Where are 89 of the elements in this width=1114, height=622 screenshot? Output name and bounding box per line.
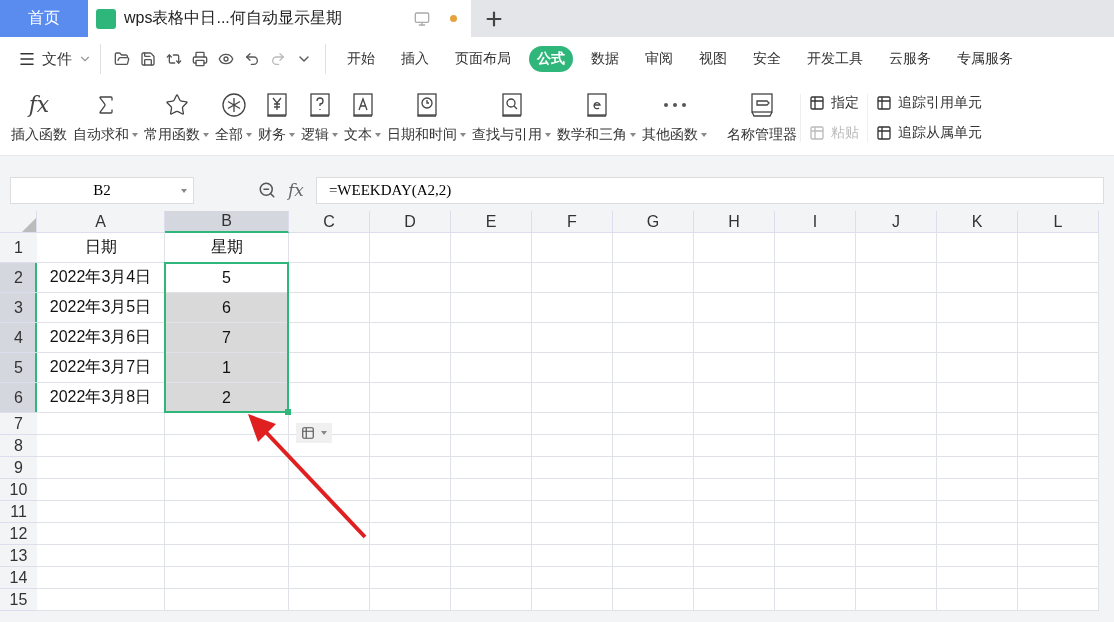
ribbon-small-button[interactable]: 指定	[809, 94, 859, 112]
paste-options-menu[interactable]	[296, 423, 332, 443]
menu-tab[interactable]: 专属服务	[949, 46, 1021, 72]
menu-tab[interactable]: 审阅	[637, 46, 681, 72]
letter-book-icon	[351, 92, 374, 118]
table-cell: 日期	[37, 233, 165, 263]
ribbon-button[interactable]: 全部	[212, 92, 255, 144]
spreadsheet-icon	[96, 8, 116, 29]
row-header[interactable]: 5	[0, 353, 37, 383]
table-cell: 2022年3月4日	[37, 263, 165, 293]
more-icon	[662, 102, 687, 108]
clock-book-icon	[415, 92, 438, 118]
print-icon[interactable]	[192, 51, 208, 67]
menu-tab[interactable]: 安全	[745, 46, 789, 72]
fill-handle[interactable]	[285, 409, 291, 415]
table-cell: 2	[165, 383, 289, 413]
triangle-icon	[22, 218, 36, 232]
column-header[interactable]: G	[613, 211, 694, 233]
formula-field[interactable]: =WEEKDAY(A2,2)	[315, 176, 1104, 204]
table-cell: 1	[165, 353, 289, 383]
tab-label: wps表格中日...何自动显示星期	[124, 8, 342, 28]
table-cell: 2022年3月7日	[37, 353, 165, 383]
ribbon-button[interactable]: 日期和时间	[384, 92, 469, 144]
row-header[interactable]: 3	[0, 293, 37, 323]
table-cell: 2022年3月6日	[37, 323, 165, 353]
row-header[interactable]: 2	[0, 263, 37, 293]
search-book-icon	[500, 92, 523, 118]
table-cell: 星期	[165, 233, 289, 263]
redo-icon[interactable]	[270, 51, 286, 67]
table-icon	[809, 95, 825, 111]
function-icon: fx	[28, 94, 50, 116]
menu-tab[interactable]: 插入	[393, 46, 437, 72]
question-book-icon	[308, 92, 331, 118]
open-icon[interactable]	[114, 51, 130, 67]
fx-label[interactable]: fx	[288, 180, 304, 200]
menu-icon	[18, 50, 36, 68]
table-cell: 7	[165, 323, 289, 353]
monitor-icon[interactable]	[414, 10, 430, 27]
table-cell: 5	[165, 263, 289, 293]
ribbon-button[interactable]: 常用函数	[141, 92, 212, 144]
table-cell: 2022年3月5日	[37, 293, 165, 323]
menu-tab[interactable]: 开发工具	[799, 46, 871, 72]
table-icon	[809, 125, 825, 141]
menu-tab[interactable]: 云服务	[881, 46, 939, 72]
table-icon	[301, 426, 315, 440]
ribbon-button[interactable]: 其他函数	[639, 92, 710, 144]
undo-icon[interactable]	[244, 51, 260, 67]
name-box[interactable]: B2	[10, 176, 194, 204]
column-header[interactable]: K	[937, 211, 1018, 233]
asterisk-icon	[220, 92, 247, 118]
tab-label: 首页	[28, 8, 60, 28]
column-header[interactable]: L	[1018, 211, 1099, 233]
column-header[interactable]: C	[289, 211, 370, 233]
menu-tab[interactable]: 数据	[583, 46, 627, 72]
menu-tab[interactable]: 视图	[691, 46, 735, 72]
column-header[interactable]: D	[370, 211, 451, 233]
row-header[interactable]: 6	[0, 383, 37, 413]
ribbon-button[interactable]: 逻辑	[298, 92, 341, 144]
math-book-icon	[585, 92, 608, 118]
yen-book-icon	[265, 92, 288, 118]
row-header[interactable]: 4	[0, 323, 37, 353]
column-header[interactable]: A	[37, 211, 165, 233]
ribbon-button[interactable]: 查找与引用	[469, 92, 554, 144]
file-menu[interactable]: 文件	[18, 49, 92, 69]
ribbon-button[interactable]: 自动求和	[70, 92, 141, 144]
table-icon	[876, 95, 892, 111]
star-icon	[164, 93, 189, 117]
table-cell: 2022年3月8日	[37, 383, 165, 413]
column-header[interactable]: J	[856, 211, 937, 233]
tag-tray-icon	[749, 92, 775, 118]
save-icon[interactable]	[140, 51, 156, 67]
menu-tab[interactable]: 开始	[339, 46, 383, 72]
ribbon-button[interactable]: 文本	[341, 92, 384, 144]
ribbon-button[interactable]: 名称管理器	[724, 92, 800, 144]
ribbon-button[interactable]: 数学和三角	[554, 92, 639, 144]
column-header[interactable]: B	[165, 211, 289, 233]
column-header[interactable]: H	[694, 211, 775, 233]
document-tab[interactable]: wps表格中日...何自动显示星期	[88, 0, 471, 37]
table-cell: 6	[165, 293, 289, 323]
ribbon-small-button[interactable]: 追踪引用单元	[876, 94, 982, 112]
ribbon-button[interactable]: 财务	[255, 92, 298, 144]
menu-tab[interactable]: 页面布局	[447, 46, 519, 72]
column-header[interactable]: F	[532, 211, 613, 233]
ribbon-small-button[interactable]: 追踪从属单元	[876, 124, 982, 142]
column-header[interactable]: I	[775, 211, 856, 233]
column-header[interactable]: E	[451, 211, 532, 233]
zoom-icon[interactable]	[258, 181, 276, 199]
table-icon	[876, 125, 892, 141]
ribbon-button[interactable]: fx 插入函数	[8, 92, 70, 144]
